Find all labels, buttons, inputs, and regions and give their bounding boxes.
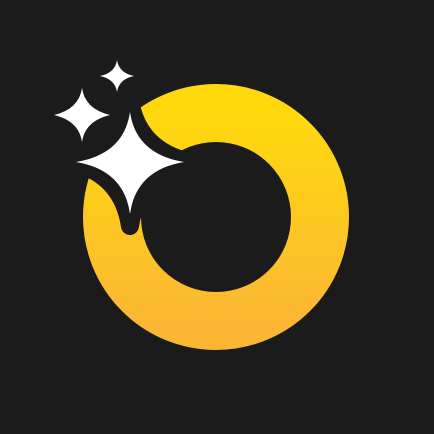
- background: [0, 0, 434, 434]
- app-icon: [0, 0, 434, 434]
- app-icon-graphic: [0, 0, 434, 434]
